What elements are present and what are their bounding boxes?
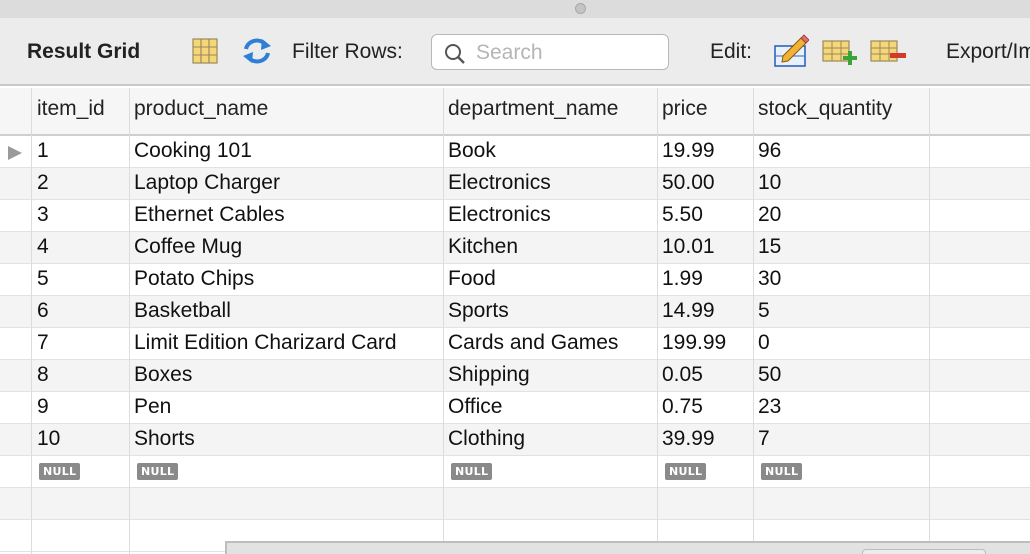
grid-layout-icon[interactable] xyxy=(192,38,218,64)
edit-pencil-icon[interactable] xyxy=(773,34,809,68)
null-badge[interactable]: NULL xyxy=(665,463,707,480)
null-badge[interactable]: NULL xyxy=(451,463,493,480)
column-header-product-name[interactable]: product_name xyxy=(134,97,268,121)
table-row[interactable]: 10 Shorts Clothing 39.99 7 xyxy=(0,424,1030,456)
cell-price[interactable]: 199.99 xyxy=(662,331,726,355)
table-row[interactable]: 1 Cooking 101 Book 19.99 96 xyxy=(0,136,1030,168)
cell-stock-quantity[interactable]: 50 xyxy=(758,363,781,387)
column-header-department-name[interactable]: department_name xyxy=(448,97,618,121)
cell-price[interactable]: 0.75 xyxy=(662,395,703,419)
cell-department-name[interactable]: Electronics xyxy=(448,171,551,195)
search-icon xyxy=(445,44,465,64)
cell-price[interactable]: 5.50 xyxy=(662,203,703,227)
null-badge[interactable]: NULL xyxy=(137,463,179,480)
cell-product-name[interactable]: Coffee Mug xyxy=(134,235,242,259)
column-header-price[interactable]: price xyxy=(662,97,708,121)
cell-item-id[interactable]: 6 xyxy=(37,299,49,323)
filter-rows-label: Filter Rows: xyxy=(292,40,403,63)
current-row-indicator xyxy=(8,146,22,160)
column-divider[interactable] xyxy=(753,88,754,554)
cell-stock-quantity[interactable]: 15 xyxy=(758,235,781,259)
refresh-icon[interactable] xyxy=(240,36,274,66)
cell-item-id[interactable]: 7 xyxy=(37,331,49,355)
cell-stock-quantity[interactable]: 96 xyxy=(758,139,781,163)
cell-stock-quantity[interactable]: 20 xyxy=(758,203,781,227)
table-row[interactable]: 8 Boxes Shipping 0.05 50 xyxy=(0,360,1030,392)
cell-product-name[interactable]: Pen xyxy=(134,395,171,419)
result-toolbar: Result Grid Filter Rows: Edit: xyxy=(0,18,1030,86)
cell-item-id[interactable]: 4 xyxy=(37,235,49,259)
cell-price[interactable]: 39.99 xyxy=(662,427,715,451)
column-divider[interactable] xyxy=(443,88,444,554)
cell-price[interactable]: 14.99 xyxy=(662,299,715,323)
cell-item-id[interactable]: 3 xyxy=(37,203,49,227)
cell-stock-quantity[interactable]: 23 xyxy=(758,395,781,419)
cell-stock-quantity[interactable]: 30 xyxy=(758,267,781,291)
result-grid-title: Result Grid xyxy=(27,40,141,63)
cell-department-name[interactable]: Kitchen xyxy=(448,235,518,259)
cell-product-name[interactable]: Basketball xyxy=(134,299,231,323)
cell-product-name[interactable]: Cooking 101 xyxy=(134,139,252,163)
column-divider[interactable] xyxy=(129,88,130,554)
cell-price[interactable]: 1.99 xyxy=(662,267,703,291)
delete-row-icon[interactable] xyxy=(870,38,908,66)
column-divider xyxy=(31,88,32,554)
search-input[interactable] xyxy=(476,40,661,66)
edit-label: Edit: xyxy=(710,40,753,63)
table-row[interactable]: 2 Laptop Charger Electronics 50.00 10 xyxy=(0,168,1030,200)
result-grid-table: item_id product_name department_name pri… xyxy=(0,88,1030,554)
column-header-stock-quantity[interactable]: stock_quantity xyxy=(758,97,892,121)
cell-price[interactable]: 0.05 xyxy=(662,363,703,387)
cell-product-name[interactable]: Boxes xyxy=(134,363,192,387)
cell-item-id[interactable]: 2 xyxy=(37,171,49,195)
cell-item-id[interactable]: 1 xyxy=(37,139,49,163)
cell-product-name[interactable]: Ethernet Cables xyxy=(134,203,285,227)
window-top-strip xyxy=(0,0,1030,18)
column-divider[interactable] xyxy=(929,88,930,554)
cell-stock-quantity[interactable]: 10 xyxy=(758,171,781,195)
cell-department-name[interactable]: Book xyxy=(448,139,496,163)
null-badge[interactable]: NULL xyxy=(39,463,81,480)
cell-department-name[interactable]: Electronics xyxy=(448,203,551,227)
table-row[interactable]: 9 Pen Office 0.75 23 xyxy=(0,392,1030,424)
table-row[interactable]: 7 Limit Edition Charizard Card Cards and… xyxy=(0,328,1030,360)
table-row[interactable]: 5 Potato Chips Food 1.99 30 xyxy=(0,264,1030,296)
cell-department-name[interactable]: Sports xyxy=(448,299,509,323)
cell-department-name[interactable]: Office xyxy=(448,395,502,419)
column-header-row: item_id product_name department_name pri… xyxy=(0,88,1030,136)
cell-product-name[interactable]: Potato Chips xyxy=(134,267,254,291)
empty-row xyxy=(0,488,1030,520)
cell-stock-quantity[interactable]: 0 xyxy=(758,331,770,355)
search-field[interactable] xyxy=(431,34,669,70)
cell-product-name[interactable]: Limit Edition Charizard Card xyxy=(134,331,397,355)
cell-price[interactable]: 10.01 xyxy=(662,235,715,259)
resize-handle[interactable] xyxy=(575,3,586,14)
cell-product-name[interactable]: Laptop Charger xyxy=(134,171,280,195)
cell-department-name[interactable]: Clothing xyxy=(448,427,525,451)
cell-stock-quantity[interactable]: 5 xyxy=(758,299,770,323)
export-import-label[interactable]: Export/Import: xyxy=(946,40,1030,64)
cell-department-name[interactable]: Shipping xyxy=(448,363,530,387)
cell-price[interactable]: 19.99 xyxy=(662,139,715,163)
cell-product-name[interactable]: Shorts xyxy=(134,427,195,451)
bottom-panel-edge xyxy=(225,541,1030,554)
cell-item-id[interactable]: 8 xyxy=(37,363,49,387)
cell-item-id[interactable]: 9 xyxy=(37,395,49,419)
cell-department-name[interactable]: Food xyxy=(448,267,496,291)
panel-tab[interactable] xyxy=(862,549,986,554)
column-divider[interactable] xyxy=(657,88,658,554)
cell-item-id[interactable]: 10 xyxy=(37,427,60,451)
cell-stock-quantity[interactable]: 7 xyxy=(758,427,770,451)
table-row[interactable]: 4 Coffee Mug Kitchen 10.01 15 xyxy=(0,232,1030,264)
cell-department-name[interactable]: Cards and Games xyxy=(448,331,618,355)
table-row[interactable]: 3 Ethernet Cables Electronics 5.50 20 xyxy=(0,200,1030,232)
new-row-placeholder[interactable]: NULL NULL NULL NULL NULL xyxy=(0,456,1030,488)
cell-price[interactable]: 50.00 xyxy=(662,171,715,195)
null-badge[interactable]: NULL xyxy=(761,463,803,480)
column-header-item-id[interactable]: item_id xyxy=(37,97,105,121)
cell-item-id[interactable]: 5 xyxy=(37,267,49,291)
table-row[interactable]: 6 Basketball Sports 14.99 5 xyxy=(0,296,1030,328)
add-row-icon[interactable] xyxy=(822,38,858,66)
